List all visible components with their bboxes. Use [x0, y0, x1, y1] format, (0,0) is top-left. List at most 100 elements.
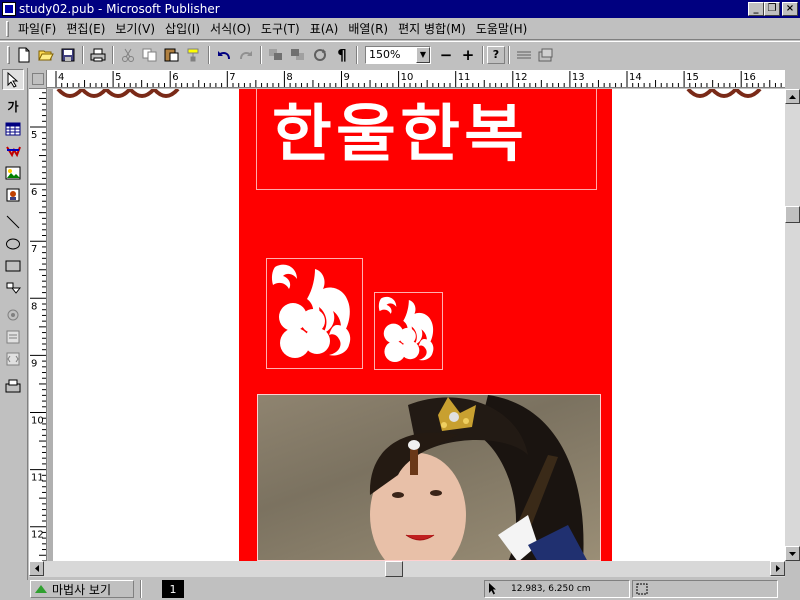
vertical-ruler[interactable]: 5 6 7 8 9 10 11 12	[29, 89, 47, 561]
objects-toolbar: 가	[0, 68, 28, 580]
form-control-tool-icon[interactable]	[2, 326, 24, 347]
table-frame-tool-icon[interactable]	[2, 118, 24, 139]
menu-file[interactable]: 파일(F)	[13, 20, 61, 37]
cursor-arrow-icon	[489, 583, 496, 595]
custom-shapes-tool-icon[interactable]	[2, 277, 24, 298]
horizontal-ruler-label: 6	[172, 72, 178, 83]
send-to-back-icon[interactable]	[287, 44, 309, 66]
line-style-icon[interactable]	[513, 44, 535, 66]
menu-bar: 파일(F) 편집(E) 보기(V) 삽입(I) 서식(O) 도구(T) 표(A)…	[0, 18, 800, 40]
menu-mail-merge[interactable]: 편지 병합(M)	[393, 20, 471, 37]
horizontal-ruler-ticks: 4 5 6 7 8 9 10 11 12 13 14 15 16	[55, 71, 782, 87]
cut-scissors-icon[interactable]	[117, 44, 139, 66]
zoom-select[interactable]: 150% ▼	[365, 45, 431, 64]
menu-view[interactable]: 보기(V)	[110, 20, 160, 37]
vertical-ruler-label: 6	[31, 187, 37, 198]
redo-icon[interactable]	[235, 44, 257, 66]
design-gallery-tool-icon[interactable]	[2, 375, 24, 396]
horizontal-ruler-label: 4	[58, 72, 64, 83]
zoom-in-button[interactable]: +	[457, 44, 479, 66]
rotate-icon[interactable]	[309, 44, 331, 66]
scroll-down-icon[interactable]	[785, 546, 800, 561]
clip-art-tool-icon[interactable]	[2, 184, 24, 205]
restore-button[interactable]: ❐	[764, 2, 780, 16]
rectangle-tool-icon[interactable]	[2, 255, 24, 276]
status-bar: 마법사 보기 1 12.983, 6.250 cm	[0, 578, 800, 600]
cursor-coordinates: 12.983, 6.250 cm	[511, 584, 591, 594]
paste-icon[interactable]	[161, 44, 183, 66]
menu-tools[interactable]: 도구(T)	[256, 20, 305, 37]
show-special-characters-button[interactable]: ¶	[331, 44, 353, 66]
toolbar-separator	[482, 45, 484, 64]
chevron-down-icon[interactable]: ▼	[416, 46, 430, 63]
horizontal-scroll-thumb[interactable]	[385, 561, 403, 577]
cloud-ornament-small[interactable]	[374, 292, 443, 370]
object-properties-icon[interactable]	[535, 44, 557, 66]
copy-icon[interactable]	[139, 44, 161, 66]
vertical-ruler-label: 11	[31, 473, 44, 484]
object-size-cell	[632, 580, 778, 598]
vertical-ruler-label: 12	[31, 530, 44, 541]
menu-arrange[interactable]: 배열(R)	[343, 20, 393, 37]
format-painter-icon[interactable]	[183, 44, 205, 66]
menu-table[interactable]: 표(A)	[305, 20, 344, 37]
minimize-button[interactable]: _	[748, 2, 764, 16]
publisher-app-icon[interactable]	[2, 2, 16, 16]
woman-in-hanbok-image	[369, 395, 587, 560]
close-button[interactable]: ×	[782, 2, 798, 16]
menu-help[interactable]: 도움말(H)	[471, 20, 533, 37]
help-label: ?	[492, 48, 500, 61]
toolbar-separator	[82, 45, 84, 64]
bring-to-front-icon[interactable]	[265, 44, 287, 66]
vertical-scroll-thumb[interactable]	[785, 206, 800, 223]
zoom-value: 150%	[369, 48, 401, 61]
toolbar-separator	[356, 45, 358, 64]
html-code-tool-icon[interactable]	[2, 348, 24, 369]
picture-frame-tool-icon[interactable]	[2, 162, 24, 183]
help-button[interactable]: ?	[487, 45, 505, 64]
menu-insert[interactable]: 삽입(I)	[160, 20, 205, 37]
menu-grip[interactable]	[6, 20, 9, 37]
wordart-tool-icon[interactable]	[2, 140, 24, 161]
vertical-scrollbar[interactable]	[785, 89, 800, 561]
page-navigator[interactable]: 1	[162, 580, 184, 598]
title-bar: study02.pub - Microsoft Publisher _ ❐ ×	[0, 0, 800, 18]
headline-text[interactable]: 한울한복	[272, 89, 528, 173]
hot-spot-tool-icon[interactable]	[2, 304, 24, 325]
line-tool-icon[interactable]	[2, 211, 24, 232]
new-document-icon[interactable]	[13, 44, 35, 66]
oval-tool-icon[interactable]	[2, 233, 24, 254]
cloud-ornament-large[interactable]	[266, 258, 363, 369]
toolbar-separator	[260, 45, 262, 64]
open-folder-icon[interactable]	[35, 44, 57, 66]
horizontal-ruler-label: 13	[572, 72, 585, 83]
horizontal-ruler[interactable]: 4 5 6 7 8 9 10 11 12 13 14 15 16	[47, 70, 785, 88]
ruler-corner[interactable]	[29, 70, 47, 89]
scroll-right-icon[interactable]	[770, 561, 785, 576]
zoom-out-button[interactable]: −	[435, 44, 457, 66]
show-wizard-button[interactable]: 마법사 보기	[30, 580, 134, 598]
menu-format[interactable]: 서식(O)	[205, 20, 256, 37]
vertical-ruler-label: 8	[31, 301, 37, 312]
window-title: study02.pub - Microsoft Publisher	[19, 2, 220, 16]
horizontal-scrollbar[interactable]	[29, 561, 785, 577]
hanbok-model-photo[interactable]	[257, 394, 601, 561]
pointer-tool-icon[interactable]	[2, 69, 24, 90]
toolbar-separator	[208, 45, 210, 64]
page-shadow	[48, 89, 53, 561]
menu-edit[interactable]: 편집(E)	[61, 20, 110, 37]
vertical-ruler-ticks: 5 6 7 8 9 10 11 12	[30, 92, 46, 561]
text-frame-tool[interactable]: 가	[2, 96, 24, 117]
save-disk-icon[interactable]	[57, 44, 79, 66]
cursor-position-cell: 12.983, 6.250 cm	[484, 580, 630, 598]
toolbar-separator	[508, 45, 510, 64]
vertical-ruler-label: 9	[31, 358, 37, 369]
toolbar-grip[interactable]	[7, 45, 10, 64]
cloud-ornament-icon	[378, 296, 434, 363]
print-icon[interactable]	[87, 44, 109, 66]
scroll-left-icon[interactable]	[29, 561, 44, 576]
scroll-up-icon[interactable]	[785, 89, 800, 104]
undo-icon[interactable]	[213, 44, 235, 66]
publication-canvas[interactable]: 한울한복	[48, 89, 785, 561]
show-wizard-label: 마법사 보기	[52, 582, 112, 597]
